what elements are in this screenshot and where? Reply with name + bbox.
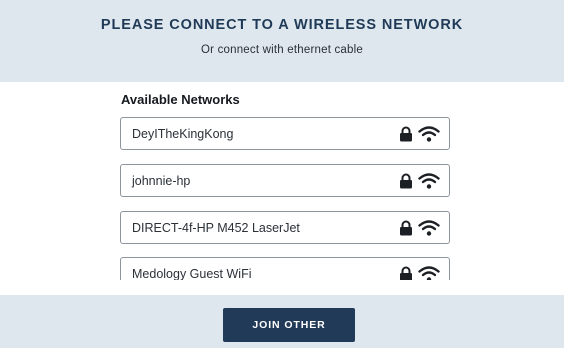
wifi-icon bbox=[418, 266, 440, 280]
network-name: DeyITheKingKong bbox=[132, 127, 234, 141]
network-name: johnnie-hp bbox=[132, 174, 191, 188]
wifi-setup-screen: PLEASE CONNECT TO A WIRELESS NETWORK Or … bbox=[0, 0, 564, 348]
network-item[interactable]: DIRECT-4f-HP M452 LaserJet bbox=[120, 211, 450, 244]
network-item[interactable]: johnnie-hp bbox=[120, 164, 450, 197]
header: PLEASE CONNECT TO A WIRELESS NETWORK Or … bbox=[0, 0, 564, 82]
page-subtitle: Or connect with ethernet cable bbox=[201, 44, 363, 56]
join-other-button[interactable]: JOIN OTHER bbox=[223, 308, 355, 342]
network-item[interactable]: Medology Guest WiFi bbox=[120, 257, 450, 280]
lock-icon bbox=[400, 126, 412, 142]
available-networks-label: Available Networks bbox=[121, 92, 240, 107]
network-item[interactable]: DeyITheKingKong bbox=[120, 117, 450, 150]
lock-icon bbox=[400, 266, 412, 280]
lock-icon bbox=[400, 220, 412, 236]
lock-icon bbox=[400, 173, 412, 189]
network-name: DIRECT-4f-HP M452 LaserJet bbox=[132, 221, 300, 235]
network-list[interactable]: DeyITheKingKong johnnie-hp DIRECT-4f-HP … bbox=[120, 117, 452, 280]
wifi-icon bbox=[418, 126, 440, 142]
page-title: PLEASE CONNECT TO A WIRELESS NETWORK bbox=[100, 17, 464, 33]
wifi-icon bbox=[418, 173, 440, 189]
network-name: Medology Guest WiFi bbox=[132, 267, 252, 280]
wifi-icon bbox=[418, 220, 440, 236]
footer: JOIN OTHER bbox=[0, 295, 564, 348]
